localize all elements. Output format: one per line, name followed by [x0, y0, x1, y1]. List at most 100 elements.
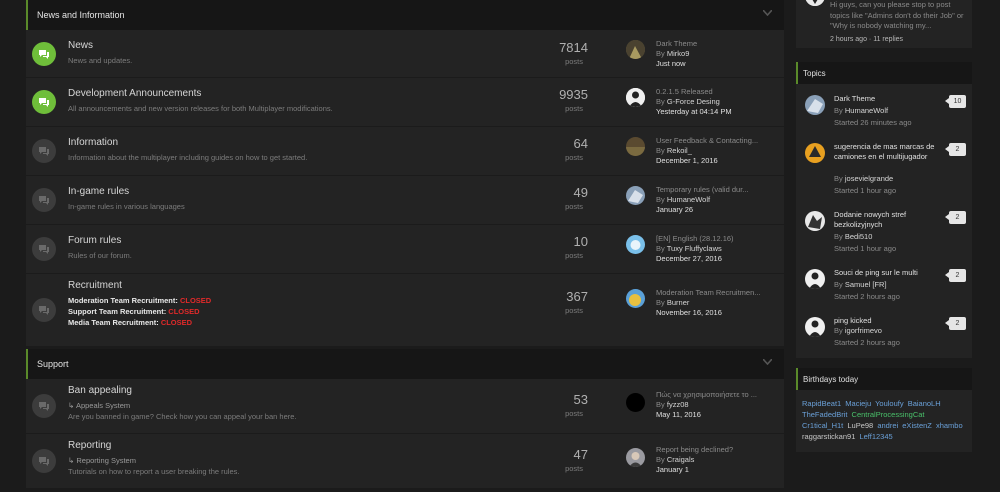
last-post-title[interactable]: Temporary rules (valid dur... [656, 185, 771, 194]
author-link[interactable]: josevielgrande [845, 174, 893, 183]
author-link[interactable]: Burner [667, 298, 690, 307]
author-link[interactable]: G-Force Desing [667, 97, 720, 106]
last-post-title[interactable]: Moderation Team Recruitmen... [656, 288, 771, 297]
author-link[interactable]: Mirko9 [667, 49, 690, 58]
forum-title-link[interactable]: Ban appealing [68, 385, 132, 396]
last-post-date[interactable]: January 26 [656, 205, 693, 214]
forum-title-link[interactable]: Recruitment [68, 280, 122, 291]
recruitment-line[interactable]: Support Team Recruitment: CLOSED [68, 307, 200, 316]
author-link[interactable]: Bedi510 [845, 232, 873, 241]
avatar[interactable] [626, 137, 645, 156]
last-post-title[interactable]: Πώς να χρησιμοποιήσετε το ... [656, 390, 771, 399]
birthday-user-link[interactable]: raggarstickan91 [802, 432, 855, 441]
topic-title-link[interactable]: ping kicked [834, 316, 944, 326]
forum-row: Development Announcements All announceme… [26, 78, 784, 127]
author-link[interactable]: igorfrimevo [845, 326, 882, 335]
avatar[interactable] [626, 448, 645, 467]
forum-read-icon [32, 394, 56, 418]
birthday-user-link[interactable]: andrei [877, 421, 898, 430]
activity-snippet[interactable]: Hi guys, can you please stop to post top… [830, 0, 970, 32]
avatar[interactable] [805, 95, 825, 115]
forum-description: Are you banned in game? Check how you ca… [68, 412, 297, 421]
forum-title-link[interactable]: Reporting [68, 440, 111, 451]
avatar[interactable] [805, 317, 825, 337]
last-post-title[interactable]: User Feedback & Contacting... [656, 136, 771, 145]
author-link[interactable]: Rekoil_ [667, 146, 692, 155]
birthday-user-link[interactable]: Leff12345 [859, 432, 892, 441]
post-count-label: posts [565, 464, 583, 473]
birthday-user-link[interactable]: Youloufy [875, 399, 904, 408]
birthday-user-link[interactable]: TheFadedBrit [802, 410, 847, 419]
forum-read-icon [32, 139, 56, 163]
forum-read-icon [32, 188, 56, 212]
topic-title-link[interactable]: sugerencia de mas marcas de camiones en … [834, 142, 944, 162]
avatar[interactable] [626, 289, 645, 308]
avatar[interactable] [626, 393, 645, 412]
avatar[interactable] [805, 269, 825, 289]
forum-description: News and updates. [68, 56, 133, 65]
last-post-title[interactable]: [EN] English (28.12.16) [656, 234, 771, 243]
forum-row: In-game rules In-game rules in various l… [26, 176, 784, 225]
forum-unread-icon [32, 90, 56, 114]
forum-title-link[interactable]: Development Announcements [68, 88, 201, 99]
last-post-author: By Craigals [656, 455, 695, 464]
avatar[interactable] [626, 88, 645, 107]
post-count: 47 [573, 447, 588, 462]
activity-item[interactable]: Hi guys, can you please stop to post top… [796, 0, 972, 48]
forum-title-link[interactable]: News [68, 40, 93, 51]
author-link[interactable]: HumaneWolf [667, 195, 710, 204]
birthday-user-link[interactable]: BaianoLH [908, 399, 941, 408]
last-post-title[interactable]: Dark Theme [656, 39, 771, 48]
recruitment-line[interactable]: Moderation Team Recruitment: CLOSED [68, 296, 211, 305]
chevron-down-icon[interactable] [763, 10, 772, 19]
author-link[interactable]: fyzz08 [667, 400, 689, 409]
author-link[interactable]: Craigals [667, 455, 695, 464]
forum-title-link[interactable]: Information [68, 137, 118, 148]
author-link[interactable]: Samuel [FR] [845, 280, 887, 289]
birthday-user-link[interactable]: LuPe98 [847, 421, 873, 430]
last-post-author: By Burner [656, 298, 690, 307]
last-post-date[interactable]: December 1, 2016 [656, 156, 718, 165]
recruitment-line[interactable]: Media Team Recruitment: CLOSED [68, 318, 192, 327]
avatar[interactable] [626, 235, 645, 254]
last-post-title[interactable]: Report being declined? [656, 445, 771, 454]
last-post-date[interactable]: Just now [656, 59, 686, 68]
last-post-date[interactable]: December 27, 2016 [656, 254, 722, 263]
avatar[interactable] [626, 186, 645, 205]
forum-title-link[interactable]: In-game rules [68, 186, 129, 197]
forum-unread-icon [32, 42, 56, 66]
category-header-news[interactable]: News and Information [26, 0, 784, 30]
last-post-date[interactable]: November 16, 2016 [656, 308, 722, 317]
last-post-title[interactable]: 0.2.1.5 Released [656, 87, 771, 96]
topic-title-link[interactable]: Dark Theme [834, 94, 944, 104]
author-link[interactable]: HumaneWolf [845, 106, 888, 115]
forum-row: Ban appealing ↳ Appeals System Are you b… [26, 379, 784, 434]
forum-title-link[interactable]: Forum rules [68, 235, 121, 246]
subforum-link[interactable]: ↳ Reporting System [68, 456, 136, 465]
birthday-user-link[interactable]: CentralProcessingCat [852, 410, 925, 419]
last-post-date[interactable]: January 1 [656, 465, 689, 474]
author-link[interactable]: Tuxy Fluffyclaws [667, 244, 722, 253]
status-closed: CLOSED [168, 307, 200, 316]
birthday-user-link[interactable]: RapidBeat1 [802, 399, 841, 408]
birthday-user-link[interactable]: xhambo [936, 421, 963, 430]
subforum-link[interactable]: ↳ Appeals System [68, 401, 130, 410]
birthday-user-link[interactable]: Macieju [845, 399, 871, 408]
birthday-user-link[interactable]: eXistenZ [902, 421, 932, 430]
category-header-support[interactable]: Support [26, 349, 784, 379]
last-post-date[interactable]: May 11, 2016 [656, 410, 701, 419]
topic-title-link[interactable]: Souci de ping sur le multi [834, 268, 944, 278]
last-post-date[interactable]: Yesterday at 04:14 PM [656, 107, 732, 116]
forum-description: Tutorials on how to report a user breaki… [68, 467, 240, 476]
birthday-user-link[interactable]: Cr1tical_H1t [802, 421, 843, 430]
avatar[interactable] [805, 211, 825, 231]
avatar[interactable] [805, 0, 825, 6]
topic-author: By josevielgrande [834, 174, 894, 183]
chevron-down-icon[interactable] [763, 359, 772, 368]
status-closed: CLOSED [179, 296, 212, 305]
topic-title-link[interactable]: Dodanie nowych stref bezkolizyjnych [834, 210, 944, 230]
avatar[interactable] [626, 40, 645, 59]
avatar[interactable] [805, 143, 825, 163]
forum-description: In-game rules in various languages [68, 202, 185, 211]
post-count: 53 [573, 392, 588, 407]
